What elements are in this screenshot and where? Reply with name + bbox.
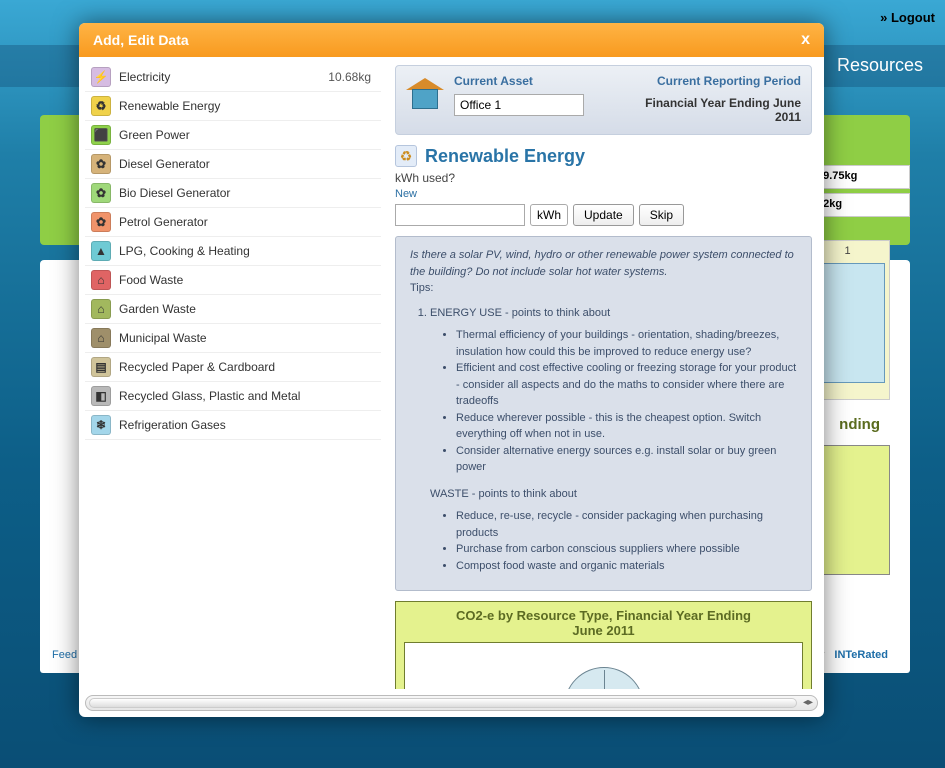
category-label: Bio Diesel Generator	[119, 186, 375, 200]
detail-pane: Current Asset Current Reporting Period F…	[385, 63, 818, 689]
category-icon: ⌂	[91, 270, 111, 290]
category-label: Diesel Generator	[119, 157, 375, 171]
category-item[interactable]: ⌂ Municipal Waste	[85, 324, 381, 353]
category-item[interactable]: ✿ Bio Diesel Generator	[85, 179, 381, 208]
tips-intro: Is there a solar PV, wind, hydro or othe…	[410, 247, 797, 280]
tips-box: Is there a solar PV, wind, hydro or othe…	[395, 236, 812, 591]
category-icon: ✿	[91, 154, 111, 174]
category-icon: ⚡	[91, 67, 111, 87]
category-icon: ⌂	[91, 328, 111, 348]
category-label: Municipal Waste	[119, 331, 375, 345]
tips-energy-head: ENERGY USE - points to think about	[430, 307, 610, 319]
category-item[interactable]: ▤ Recycled Paper & Cardboard	[85, 353, 381, 382]
reporting-period-value: Financial Year Ending June 2011	[633, 96, 802, 124]
reporting-period-label: Current Reporting Period	[633, 74, 802, 88]
current-asset-label: Current Asset	[454, 74, 623, 88]
modal-dialog: Add, Edit Data x ⚡ Electricity10.68kg ♻ Ren…	[79, 23, 824, 717]
category-label: Petrol Generator	[119, 215, 375, 229]
tip-bullet: Thermal efficiency of your buildings - o…	[456, 327, 797, 360]
logout-link[interactable]: » Logout	[880, 10, 935, 25]
tip-bullet: Efficient and cost effective cooling or …	[456, 360, 797, 410]
chart-box: CO2-e by Resource Type, Financial Year E…	[395, 601, 812, 689]
question-label: kWh used?	[395, 171, 812, 185]
asset-input[interactable]	[454, 94, 584, 116]
asset-box: Current Asset Current Reporting Period F…	[395, 65, 812, 135]
category-label: Recycled Paper & Cardboard	[119, 360, 375, 374]
new-link[interactable]: New	[395, 188, 417, 200]
modal-title: Add, Edit Data	[93, 32, 189, 48]
category-icon: ▤	[91, 357, 111, 377]
category-label: Renewable Energy	[119, 99, 375, 113]
skip-button[interactable]: Skip	[639, 204, 684, 226]
category-list: ⚡ Electricity10.68kg ♻ Renewable Energy ⬛ Gre…	[85, 63, 385, 689]
close-icon[interactable]: x	[801, 32, 810, 48]
category-item[interactable]: ⬛ Green Power	[85, 121, 381, 150]
category-icon: ✿	[91, 212, 111, 232]
category-icon: ◧	[91, 386, 111, 406]
unit-label: kWh	[530, 204, 568, 226]
category-label: Garden Waste	[119, 302, 375, 316]
category-item[interactable]: ◧ Recycled Glass, Plastic and Metal	[85, 382, 381, 411]
update-button[interactable]: Update	[573, 204, 634, 226]
category-item[interactable]: ⌂ Garden Waste	[85, 295, 381, 324]
category-item[interactable]: ✿ Diesel Generator	[85, 150, 381, 179]
modal-header: Add, Edit Data x	[79, 23, 824, 57]
category-label: Electricity	[119, 70, 328, 84]
building-icon	[406, 78, 444, 112]
tip-bullet: Purchase from carbon conscious suppliers…	[456, 541, 797, 558]
tip-bullet: Reduce, re-use, recycle - consider packa…	[456, 508, 797, 541]
category-item[interactable]: ▲ LPG, Cooking & Heating	[85, 237, 381, 266]
category-icon: ❄	[91, 415, 111, 435]
category-icon: ⌂	[91, 299, 111, 319]
tip-bullet: Compost food waste and organic materials	[456, 558, 797, 575]
chart-title: CO2-e by Resource Type, Financial Year E…	[398, 606, 809, 642]
category-icon: ♻	[91, 96, 111, 116]
bg-value-cell: 12kg	[810, 193, 910, 217]
category-item[interactable]: ❄ Refrigeration Gases	[85, 411, 381, 440]
category-label: Refrigeration Gases	[119, 418, 375, 432]
category-item[interactable]: ⚡ Electricity10.68kg	[85, 63, 381, 92]
recycle-icon: ♻	[395, 145, 417, 167]
category-label: Food Waste	[119, 273, 375, 287]
tip-bullet: Consider alternative energy sources e.g.…	[456, 443, 797, 476]
category-icon: ▲	[91, 241, 111, 261]
category-value: 10.68kg	[328, 70, 371, 84]
category-item[interactable]: ✿ Petrol Generator	[85, 208, 381, 237]
category-item[interactable]: ⌂ Food Waste	[85, 266, 381, 295]
kwh-input[interactable]	[395, 204, 525, 226]
category-item[interactable]: ♻ Renewable Energy	[85, 92, 381, 121]
horizontal-scrollbar[interactable]: ◂▸	[85, 695, 818, 711]
bg-value-cell: 39.75kg	[810, 165, 910, 189]
category-label: Green Power	[119, 128, 375, 142]
category-icon: ✿	[91, 183, 111, 203]
tips-waste-head: WASTE - points to think about	[430, 486, 797, 503]
category-icon: ⬛	[91, 125, 111, 145]
tips-label: Tips:	[410, 280, 797, 297]
bg-text-fragment: nding	[839, 416, 880, 433]
resources-tab[interactable]: Resources	[837, 55, 923, 76]
pie-chart	[404, 642, 803, 689]
category-label: LPG, Cooking & Heating	[119, 244, 375, 258]
section-title: Renewable Energy	[425, 146, 585, 167]
category-label: Recycled Glass, Plastic and Metal	[119, 389, 375, 403]
tip-bullet: Reduce wherever possible - this is the c…	[456, 410, 797, 443]
